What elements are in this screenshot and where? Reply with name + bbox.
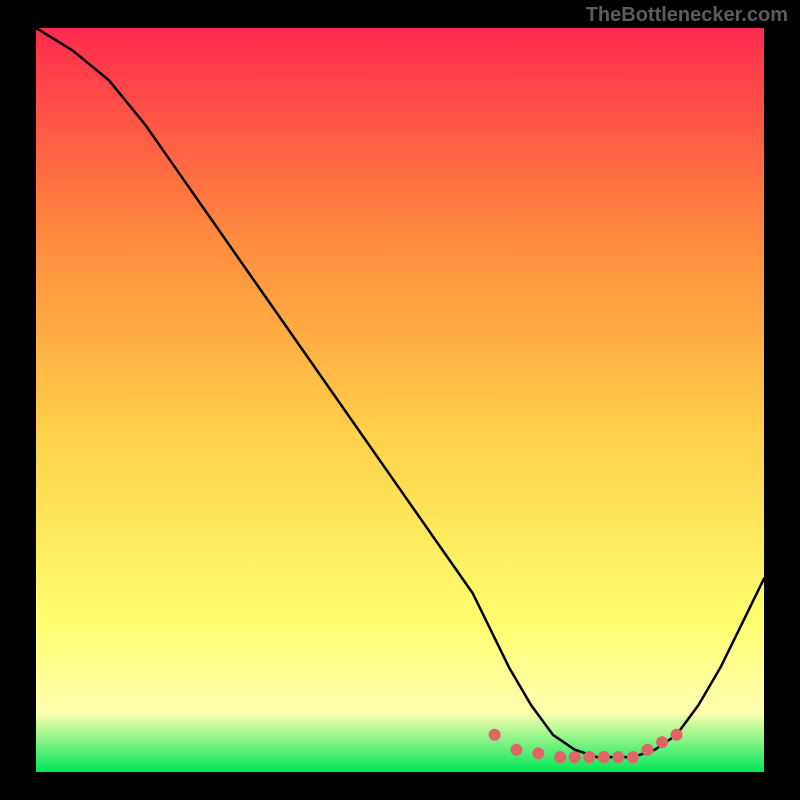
optimal-dot xyxy=(532,747,544,759)
optimal-dot xyxy=(656,736,668,748)
plot-area xyxy=(36,28,764,772)
optimal-dot xyxy=(612,751,624,763)
optimal-dot xyxy=(598,751,610,763)
optimal-dot xyxy=(489,729,501,741)
gradient-background xyxy=(36,28,764,772)
optimal-dot xyxy=(554,751,566,763)
chart-frame: TheBottlenecker.com xyxy=(0,0,800,800)
plot-svg xyxy=(36,28,764,772)
optimal-dot xyxy=(671,729,683,741)
optimal-dot xyxy=(511,744,523,756)
optimal-dot xyxy=(627,751,639,763)
optimal-dot xyxy=(569,751,581,763)
optimal-dot xyxy=(583,751,595,763)
watermark-text: TheBottlenecker.com xyxy=(586,4,788,27)
optimal-dot xyxy=(642,744,654,756)
